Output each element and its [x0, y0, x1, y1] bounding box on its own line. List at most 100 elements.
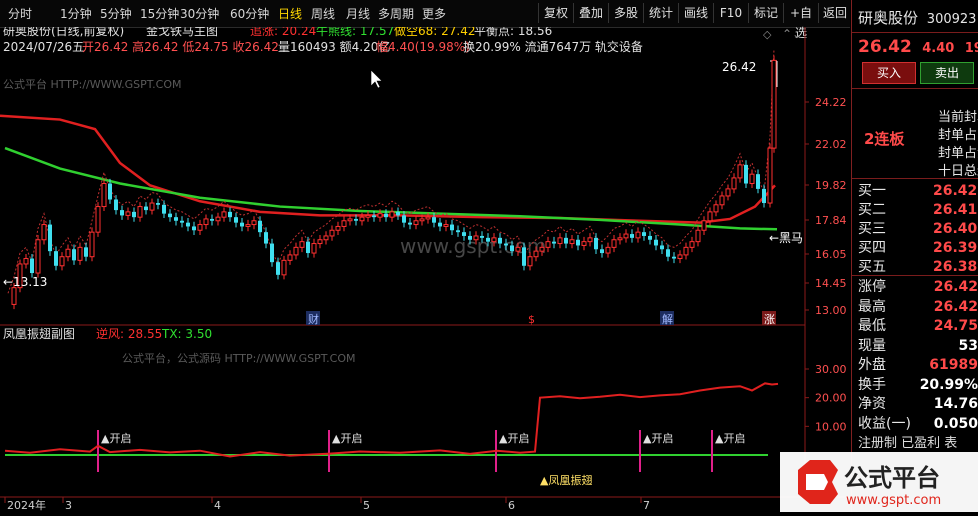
stat-row: 收益(一) 0.050 [858, 414, 978, 434]
candle-body [491, 237, 497, 243]
candle-body [611, 239, 617, 248]
toolbar-button[interactable]: 叠加 [573, 3, 608, 23]
sell-button[interactable]: 卖出 [920, 62, 974, 84]
candle-body [228, 211, 232, 218]
candle-body [192, 226, 196, 231]
toolbar-button[interactable]: 标记 [748, 3, 783, 23]
candles [11, 55, 777, 310]
toolbar-button[interactable]: 返回 [818, 3, 851, 23]
toolbar-button[interactable]: F10 [713, 3, 748, 23]
period-tab[interactable]: 多周期 [378, 5, 414, 22]
sub-tick-label: 10.00 [815, 420, 847, 433]
candle-body [762, 188, 766, 204]
candle-body [552, 241, 556, 244]
candle-body [293, 246, 299, 256]
footer-tags: 注册制 已盈利 表 [858, 436, 958, 451]
candle-body [623, 233, 629, 239]
candle-body [701, 220, 707, 231]
stock-header: 研奥股份 300923 [858, 8, 976, 28]
candle-body [144, 206, 148, 211]
indicator-name: 金戈铁马主图 [146, 27, 218, 38]
zhui-zhang-value: 追涨: 20.24 [250, 27, 316, 38]
candle-body [677, 254, 683, 260]
candle-body [299, 241, 305, 248]
period-tab[interactable]: 分时 [8, 5, 32, 22]
bid-row[interactable]: 买一 26.42 [858, 181, 978, 201]
candle-body [95, 206, 101, 233]
price-tick-label: 13.00 [815, 304, 847, 317]
collapse-icon[interactable]: ◇ [763, 28, 772, 41]
marker-dollar[interactable]: $ [528, 313, 535, 326]
sub-tick-label: 20.00 [815, 392, 847, 405]
stat-value: 0.050 [933, 415, 978, 432]
price-tick-label: 22.02 [815, 138, 847, 151]
ping-heng-value: 平衡点: 18.56 [474, 27, 552, 38]
candle-body [725, 188, 731, 197]
candle-body [557, 237, 563, 245]
period-tab[interactable]: 月线 [346, 5, 370, 22]
logo-text: 公式平台 [844, 464, 940, 492]
stat-value: 14.76 [933, 396, 978, 412]
marker-jie[interactable]: 解 [662, 312, 673, 326]
candle-body [215, 216, 221, 222]
candle-body [527, 256, 533, 267]
bid-row[interactable]: 买五 26.38 [858, 257, 978, 277]
toolbar-button[interactable]: 复权 [538, 3, 573, 23]
candle-body [287, 254, 293, 261]
toolbar-button[interactable]: 统计 [643, 3, 678, 23]
candle-body [413, 220, 419, 226]
period-tab[interactable]: 5分钟 [100, 5, 132, 22]
candle-body [695, 229, 701, 243]
price-line: 26.42 4.40 19.98% [858, 37, 978, 57]
buy-button[interactable]: 买入 [862, 62, 916, 84]
period-tab[interactable]: 周线 [311, 5, 335, 22]
price-tick-label: 14.45 [815, 277, 847, 290]
stat-label: 涨停 [858, 279, 886, 295]
date-tick-label: 6 [508, 499, 515, 512]
sub-chart-title: 凤凰振翅副图 [3, 326, 75, 341]
bid-row[interactable]: 买三 26.40 [858, 219, 978, 239]
chart-title: 研奥股份(日线,前复权) [3, 27, 124, 38]
period-tab[interactable]: 60分钟 [230, 5, 269, 22]
price-tick-label: 17.84 [815, 214, 847, 227]
candle-body [186, 222, 190, 227]
marker-cai[interactable]: 财 [308, 312, 319, 326]
candle-body [767, 147, 773, 204]
bid-row[interactable]: 买四 26.39 [858, 238, 978, 258]
candle-body [408, 222, 412, 225]
period-tab[interactable]: 更多 [422, 5, 446, 22]
candle-body [498, 237, 502, 244]
stat-label: 收益(一) [858, 415, 911, 432]
date-tick-label: 5 [363, 499, 370, 512]
toolbar-button[interactable]: 画线 [678, 3, 713, 23]
period-tab[interactable]: 1分钟 [60, 5, 92, 22]
bid-row[interactable]: 买二 26.41 [858, 200, 978, 220]
stat-label: 最低 [858, 318, 886, 334]
candle-body [731, 177, 737, 190]
candle-body [510, 245, 514, 252]
candle-body [35, 239, 41, 274]
toolbar-button[interactable]: +自选 [783, 3, 818, 40]
candle-body [377, 213, 383, 218]
chevron-down-icon[interactable]: ⌄ [792, 27, 802, 41]
stock-code: 300923 [926, 12, 977, 27]
period-tab[interactable]: 日线 [278, 5, 302, 22]
toolbar-button[interactable]: 多股 [608, 3, 643, 23]
mouse-cursor-icon [370, 69, 383, 89]
candle-body [683, 246, 689, 256]
current-price: 26.42 [858, 37, 912, 57]
candle-body [396, 211, 400, 216]
candle-body [504, 243, 508, 246]
candle-body [347, 218, 353, 222]
event-markers: 财 $ 解 涨 [306, 311, 776, 326]
bid-label: 买四 [858, 240, 886, 256]
kline-chart[interactable]: 研奥股份(日线,前复权) 金戈铁马主图 追涨: 20.24 牛熊线: 17.57… [0, 23, 850, 512]
ni-feng-value: 逆风: 28.55 [96, 326, 162, 341]
chevron-up-icon[interactable]: ⌃ [782, 27, 792, 41]
candle-body [149, 202, 155, 211]
marker-zhang[interactable]: 涨 [764, 313, 775, 326]
period-tab[interactable]: 30分钟 [180, 5, 219, 22]
candle-body [419, 218, 425, 222]
period-tab[interactable]: 15分钟 [140, 5, 179, 22]
candle-body [462, 232, 466, 236]
